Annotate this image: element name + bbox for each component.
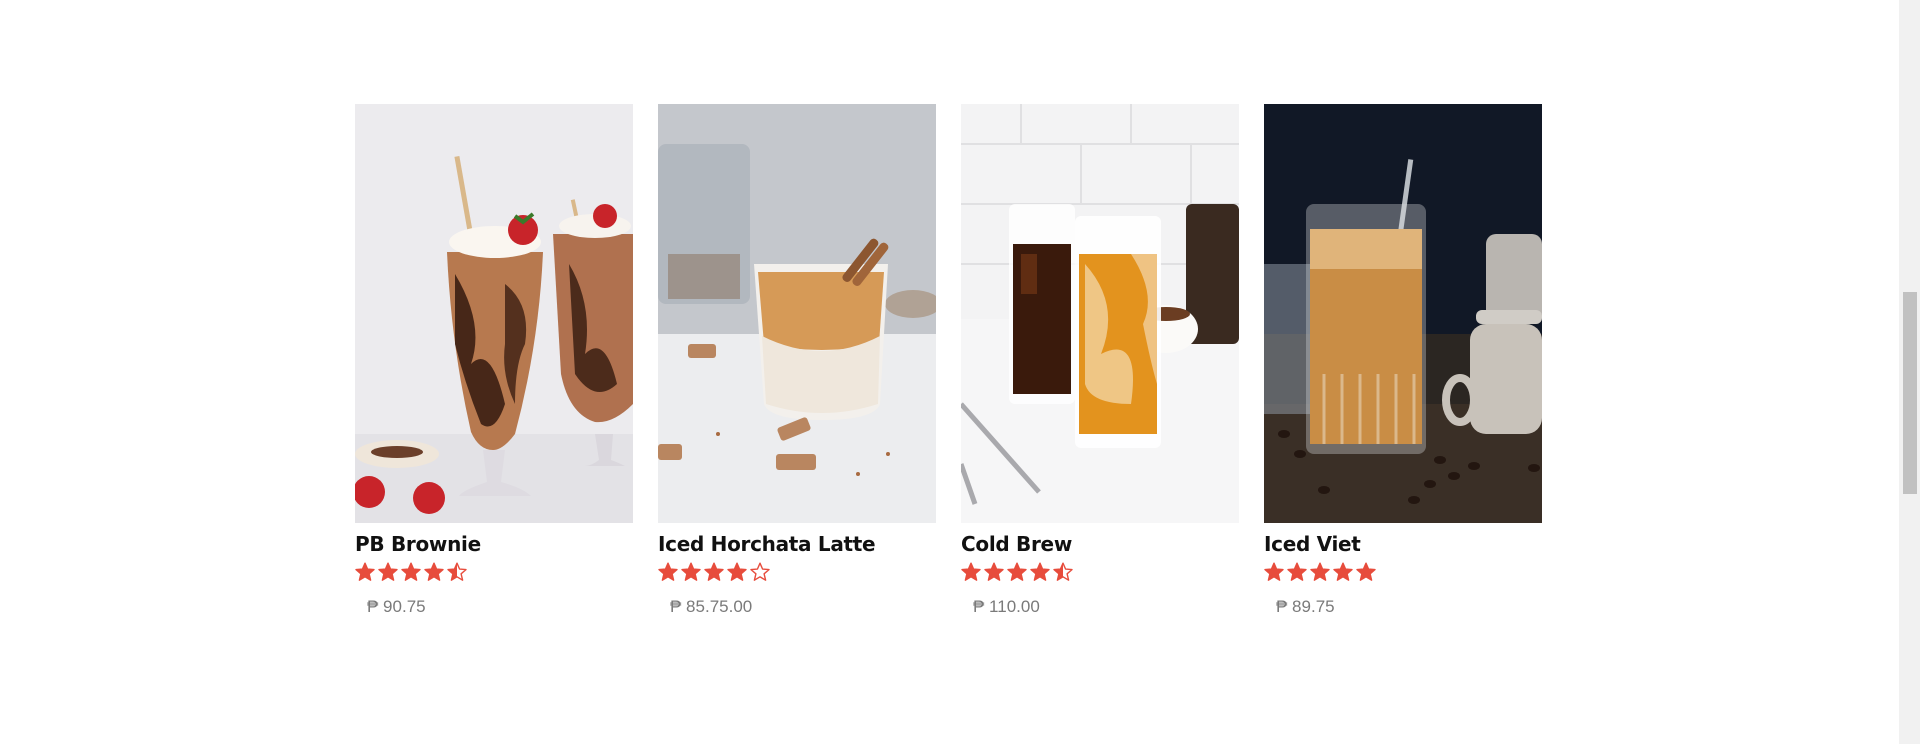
product-image-iced-horchata-latte[interactable] xyxy=(658,104,936,523)
product-price: ₱ 85.75.00 xyxy=(670,597,753,616)
product-rating xyxy=(355,562,633,584)
product-rating xyxy=(1264,562,1542,584)
star-full-icon xyxy=(658,562,678,581)
star-full-icon xyxy=(1310,562,1330,581)
star-full-icon xyxy=(727,562,747,581)
star-full-icon xyxy=(355,562,375,581)
product-price: ₱ 89.75 xyxy=(1276,597,1335,616)
star-full-icon xyxy=(681,562,701,581)
star-full-icon xyxy=(1333,562,1353,581)
star-full-icon xyxy=(1007,562,1027,581)
product-card[interactable]: Iced Horchata Latte ₱ 85.75.00 xyxy=(658,104,936,617)
star-full-icon xyxy=(704,562,724,581)
star-half-icon xyxy=(447,562,467,581)
product-rating xyxy=(658,562,936,584)
page-scrollbar[interactable] xyxy=(1899,0,1920,744)
product-price: ₱ 110.00 xyxy=(973,597,1040,616)
product-image-iced-viet[interactable] xyxy=(1264,104,1542,523)
star-full-icon xyxy=(1264,562,1284,581)
star-full-icon xyxy=(401,562,421,581)
star-full-icon xyxy=(1030,562,1050,581)
star-full-icon xyxy=(1356,562,1376,581)
product-rating xyxy=(961,562,1239,584)
product-name[interactable]: Iced Viet xyxy=(1264,532,1542,556)
product-image-cold-brew[interactable] xyxy=(961,104,1239,523)
star-empty-icon xyxy=(750,562,770,581)
star-full-icon xyxy=(984,562,1004,581)
product-price: ₱ 90.75 xyxy=(367,597,426,616)
star-full-icon xyxy=(961,562,981,581)
star-full-icon xyxy=(1287,562,1307,581)
product-card[interactable]: Iced Viet ₱ 89.75 xyxy=(1264,104,1542,617)
star-half-icon xyxy=(1053,562,1073,581)
star-full-icon xyxy=(424,562,444,581)
product-name[interactable]: Cold Brew xyxy=(961,532,1239,556)
product-image-pb-brownie[interactable] xyxy=(355,104,633,523)
product-name[interactable]: PB Brownie xyxy=(355,532,633,556)
product-card[interactable]: PB Brownie ₱ 90.75 xyxy=(355,104,633,617)
product-card[interactable]: Cold Brew ₱ 110.00 xyxy=(961,104,1239,617)
product-grid: PB Brownie ₱ 90.75 Iced Horchata Latte ₱… xyxy=(355,104,1542,617)
star-full-icon xyxy=(378,562,398,581)
scrollbar-thumb[interactable] xyxy=(1903,292,1917,494)
product-name[interactable]: Iced Horchata Latte xyxy=(658,532,936,556)
